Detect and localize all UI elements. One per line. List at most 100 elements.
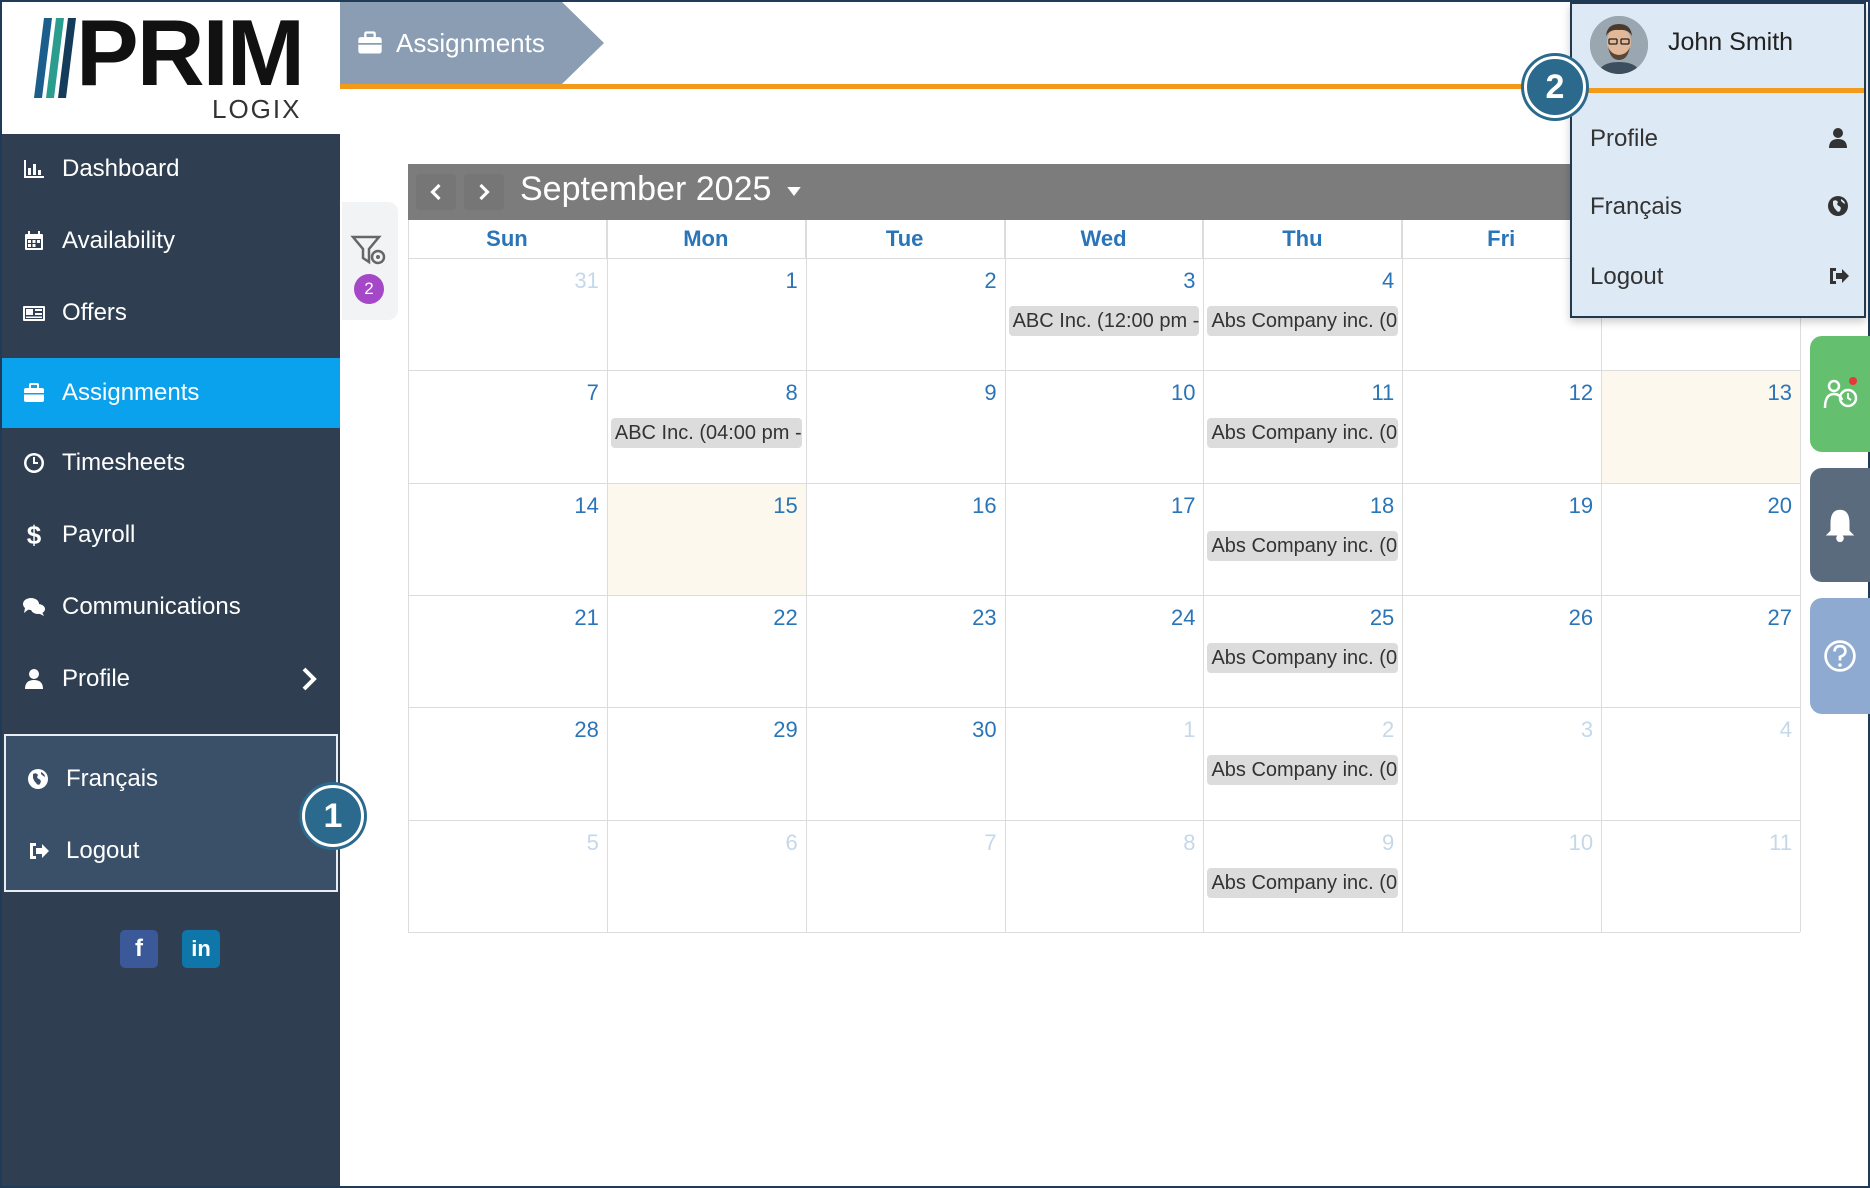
calendar-event[interactable]: Abs Company inc. (07: — [1207, 755, 1399, 786]
sidebar-item-language[interactable]: Français — [6, 744, 336, 814]
breadcrumb-label: Assignments — [396, 27, 545, 58]
day-number[interactable]: 18 — [1334, 493, 1394, 519]
day-number[interactable]: 8 — [1135, 830, 1195, 856]
help-icon — [1824, 640, 1856, 672]
sidebar-item-timesheets[interactable]: Timesheets — [2, 428, 340, 498]
calendar-event[interactable]: Abs Company inc. (07: — [1207, 867, 1399, 898]
calendar-title[interactable]: September 2025 — [520, 170, 801, 209]
day-number[interactable]: 13 — [1732, 380, 1792, 406]
day-of-week-header: Sun — [408, 220, 607, 258]
user-menu-language[interactable]: Français — [1572, 172, 1864, 242]
clock-icon — [20, 449, 48, 477]
comments-icon — [20, 593, 48, 621]
sidebar-item-label: Français — [66, 765, 159, 792]
sidebar-item-dashboard[interactable]: Dashboard — [2, 134, 340, 204]
day-number[interactable]: 8 — [738, 380, 797, 406]
calendar-event[interactable]: ABC Inc. (12:00 pm - 0 — [1008, 306, 1200, 336]
breadcrumb: Assignments — [340, 2, 562, 84]
user-name: John Smith — [1668, 28, 1794, 56]
sidebar: Dashboard Availability Offers Assignment… — [2, 134, 340, 1186]
day-number[interactable]: 21 — [539, 605, 598, 631]
grid-line — [408, 707, 1800, 709]
user-icon — [1829, 128, 1847, 148]
prev-month-button[interactable] — [416, 174, 456, 210]
day-number[interactable]: 2 — [1334, 717, 1394, 743]
help-widget[interactable] — [1810, 598, 1870, 714]
sidebar-item-assignments[interactable]: Assignments — [2, 358, 340, 428]
day-number[interactable]: 19 — [1533, 493, 1593, 519]
day-number[interactable]: 30 — [937, 717, 996, 743]
user-menu-profile[interactable]: Profile — [1572, 104, 1864, 174]
day-number[interactable]: 14 — [539, 493, 598, 519]
calendar-month-label: September 2025 — [520, 170, 772, 208]
day-number[interactable]: 11 — [1334, 380, 1394, 406]
grid-line — [1800, 220, 1802, 932]
sign-out-icon — [24, 837, 52, 865]
day-number[interactable]: 1 — [738, 268, 797, 294]
grid-line — [408, 819, 1800, 821]
day-number[interactable]: 31 — [539, 268, 598, 294]
day-number[interactable]: 28 — [539, 717, 598, 743]
calendar-event[interactable]: ABC Inc. (04:00 pm - 1 — [610, 418, 802, 449]
linkedin-icon[interactable]: in — [182, 930, 220, 968]
calendar-event[interactable]: Abs Company inc. (07: — [1207, 306, 1399, 336]
bar-chart-icon — [20, 155, 48, 183]
day-number[interactable]: 12 — [1533, 380, 1593, 406]
clock-in-widget[interactable] — [1810, 336, 1870, 452]
notifications-widget[interactable] — [1810, 468, 1870, 582]
sidebar-item-payroll[interactable]: $ Payroll — [2, 500, 340, 570]
calendar-event[interactable]: Abs Company inc. (07: — [1207, 642, 1399, 673]
day-number[interactable]: 10 — [1533, 830, 1593, 856]
day-number[interactable]: 6 — [738, 830, 797, 856]
day-number[interactable]: 5 — [539, 830, 599, 856]
day-number[interactable]: 2 — [937, 268, 996, 294]
grid-line — [408, 370, 1800, 372]
briefcase-icon — [20, 379, 48, 407]
day-number[interactable]: 7 — [937, 830, 996, 856]
globe-icon — [24, 765, 52, 793]
day-number[interactable]: 10 — [1135, 380, 1195, 406]
logo-stripes-icon — [34, 18, 76, 98]
day-number[interactable]: 25 — [1334, 605, 1394, 631]
sidebar-secondary-menu: Français Logout — [4, 734, 338, 892]
brand-logo[interactable]: PRIM LOGIX — [2, 2, 340, 134]
callout-2: 2 — [1524, 56, 1586, 118]
day-number[interactable]: 26 — [1533, 605, 1593, 631]
day-number[interactable]: 9 — [937, 380, 996, 406]
day-number[interactable]: 16 — [937, 493, 996, 519]
calendar-event[interactable]: Abs Company inc. (07: — [1207, 530, 1399, 561]
sidebar-item-label: Communications — [62, 593, 241, 620]
day-number[interactable]: 27 — [1732, 605, 1792, 631]
day-number[interactable]: 1 — [1135, 717, 1195, 743]
sidebar-item-profile[interactable]: Profile — [2, 644, 340, 714]
day-number[interactable]: 23 — [937, 605, 996, 631]
day-number[interactable]: 22 — [738, 605, 797, 631]
user-menu-logout[interactable]: Logout — [1572, 242, 1864, 312]
chevron-right-icon — [479, 183, 490, 201]
grid-line — [606, 220, 608, 932]
sidebar-item-offers[interactable]: Offers — [2, 278, 340, 348]
day-number[interactable]: 20 — [1732, 493, 1792, 519]
callout-1: 1 — [302, 785, 364, 847]
sidebar-item-availability[interactable]: Availability — [2, 206, 340, 276]
user-menu-header[interactable]: John Smith — [1572, 4, 1864, 93]
day-number[interactable]: 3 — [1533, 717, 1593, 743]
day-number[interactable]: 3 — [1135, 268, 1195, 294]
day-number[interactable]: 9 — [1334, 830, 1394, 856]
calendar-event[interactable]: Abs Company inc. (07: — [1207, 418, 1399, 449]
menu-item-label: Français — [1590, 193, 1683, 220]
day-number[interactable]: 29 — [738, 717, 797, 743]
day-number[interactable]: 11 — [1732, 830, 1792, 856]
grid-line — [408, 594, 1800, 596]
day-number[interactable]: 4 — [1334, 268, 1394, 294]
sidebar-item-logout[interactable]: Logout — [6, 816, 336, 886]
day-number[interactable]: 17 — [1135, 493, 1195, 519]
facebook-icon[interactable]: f — [120, 930, 158, 968]
day-number[interactable]: 15 — [738, 493, 797, 519]
day-number[interactable]: 24 — [1135, 605, 1195, 631]
day-number[interactable]: 7 — [539, 380, 599, 406]
next-month-button[interactable] — [464, 174, 504, 210]
day-number[interactable]: 4 — [1732, 717, 1792, 743]
filter-settings-icon — [350, 235, 386, 265]
sidebar-item-communications[interactable]: Communications — [2, 572, 340, 642]
